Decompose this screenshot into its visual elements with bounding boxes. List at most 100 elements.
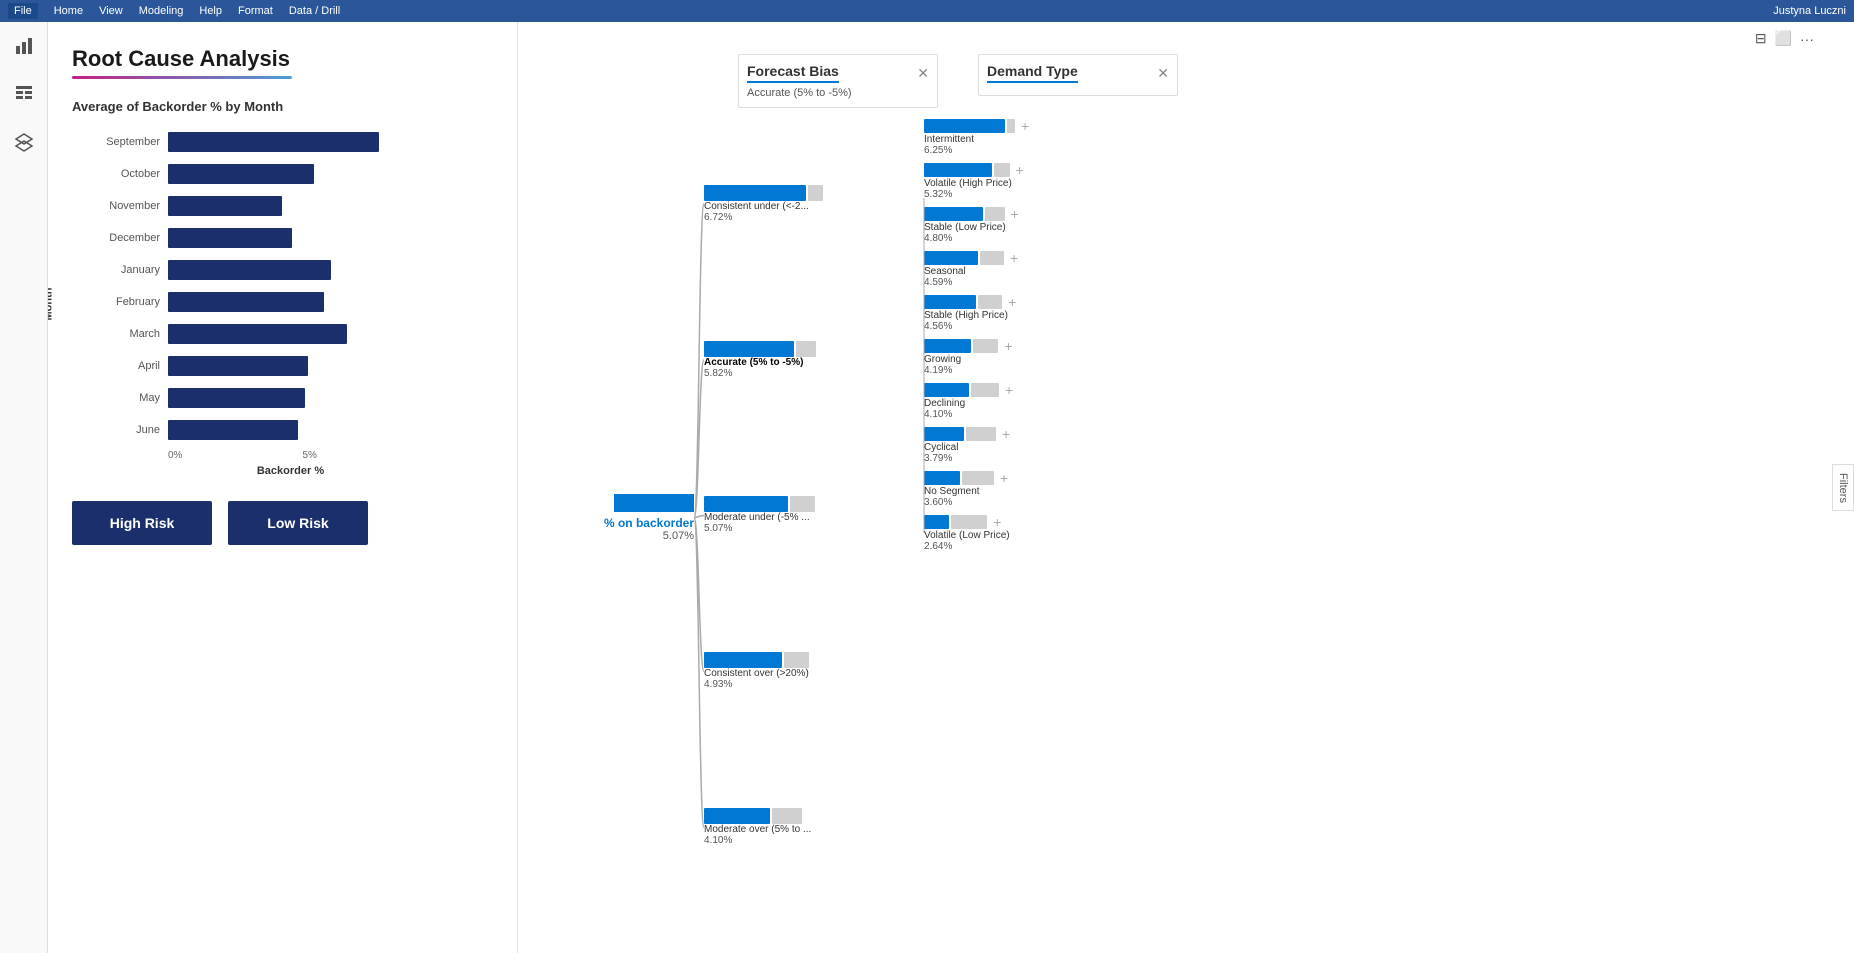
demand-item-label: Cyclical bbox=[924, 442, 1184, 453]
middle-bar-label: Moderate under (-5% ... bbox=[704, 512, 924, 523]
demand-blue-bar bbox=[924, 383, 969, 397]
menu-data-drill[interactable]: Data / Drill bbox=[289, 5, 340, 17]
demand-bar-item: +Seasonal4.59% bbox=[924, 250, 1184, 288]
left-panel: Root Cause Analysis Average of Backorder… bbox=[48, 22, 518, 953]
bar-row: June bbox=[88, 418, 493, 442]
middle-blue-bar bbox=[704, 652, 782, 668]
bar-fill bbox=[168, 388, 305, 408]
demand-item-label: Intermittent bbox=[924, 134, 1184, 145]
demand-bar-row: + bbox=[924, 294, 1184, 310]
middle-blue-bar bbox=[704, 496, 788, 512]
middle-bar-item: Consistent under (<-2...6.72% bbox=[704, 185, 924, 223]
menu-view[interactable]: View bbox=[99, 5, 123, 17]
demand-plus-icon[interactable]: + bbox=[1016, 162, 1024, 178]
left-bar-label: % on backorder bbox=[604, 516, 694, 530]
middle-bar-value: 4.93% bbox=[704, 679, 924, 690]
middle-bars-section: Consistent under (<-2...6.72% Accurate (5… bbox=[704, 118, 924, 917]
demand-item-value: 3.79% bbox=[924, 453, 1184, 464]
bar-row: March bbox=[88, 322, 493, 346]
menu-format[interactable]: Format bbox=[238, 5, 273, 17]
demand-plus-icon[interactable]: + bbox=[1002, 426, 1010, 442]
filter-icon[interactable]: ⊟ bbox=[1755, 30, 1767, 47]
demand-blue-bar bbox=[924, 339, 971, 353]
demand-plus-icon[interactable]: + bbox=[1005, 382, 1013, 398]
demand-blue-bar bbox=[924, 515, 949, 529]
icon-bar-chart[interactable] bbox=[8, 30, 40, 62]
demand-bar-row: + bbox=[924, 206, 1184, 222]
bar-row: September bbox=[88, 130, 493, 154]
middle-blue-bar bbox=[704, 341, 794, 357]
demand-bar-item: +No Segment3.60% bbox=[924, 470, 1184, 508]
demand-item-value: 6.25% bbox=[924, 145, 1184, 156]
middle-bar-row bbox=[704, 652, 924, 668]
demand-bar-item: +Volatile (High Price)5.32% bbox=[924, 162, 1184, 200]
demand-plus-icon[interactable]: + bbox=[1004, 338, 1012, 354]
forecast-bias-close[interactable]: ✕ bbox=[917, 65, 929, 82]
demand-item-label: Stable (High Price) bbox=[924, 310, 1184, 321]
bar-month-label: October bbox=[88, 168, 168, 180]
top-bar: File Home View Modeling Help Format Data… bbox=[0, 0, 1854, 22]
demand-gray-bar bbox=[966, 427, 996, 441]
bar-container bbox=[168, 388, 493, 408]
x-label-5: 5% bbox=[302, 450, 316, 461]
bar-month-label: February bbox=[88, 296, 168, 308]
month-axis-label: Month bbox=[48, 287, 54, 320]
bar-row: February bbox=[88, 290, 493, 314]
bar-chart: September October November December January F… bbox=[88, 130, 493, 442]
bar-container bbox=[168, 324, 493, 344]
bar-month-label: March bbox=[88, 328, 168, 340]
bar-container bbox=[168, 356, 493, 376]
demand-item-label: Volatile (High Price) bbox=[924, 178, 1184, 189]
demand-blue-bar bbox=[924, 471, 960, 485]
bar-fill bbox=[168, 292, 324, 312]
bar-fill bbox=[168, 196, 282, 216]
demand-plus-icon[interactable]: + bbox=[1011, 206, 1019, 222]
demand-bar-row: + bbox=[924, 514, 1184, 530]
demand-type-title: Demand Type bbox=[987, 63, 1078, 83]
left-bar-section: % on backorder 5.07% bbox=[534, 118, 704, 917]
demand-plus-icon[interactable]: + bbox=[1008, 294, 1016, 310]
x-axis: 0% 5% bbox=[88, 450, 493, 461]
menu-home[interactable]: Home bbox=[54, 5, 83, 17]
demand-bar-row: + bbox=[924, 426, 1184, 442]
forecast-bias-header: Forecast Bias ✕ bbox=[747, 63, 929, 83]
low-risk-button[interactable]: Low Risk bbox=[228, 501, 368, 545]
middle-blue-bar bbox=[704, 808, 770, 824]
menu-modeling[interactable]: Modeling bbox=[139, 5, 184, 17]
demand-bar-row: + bbox=[924, 338, 1184, 354]
demand-item-label: Seasonal bbox=[924, 266, 1184, 277]
bar-container bbox=[168, 420, 493, 440]
left-bar-value: 5.07% bbox=[604, 530, 694, 542]
demand-plus-icon[interactable]: + bbox=[1010, 250, 1018, 266]
middle-bar-row bbox=[704, 341, 924, 357]
right-bars-section: +Intermittent6.25%+Volatile (High Price)… bbox=[924, 118, 1184, 917]
demand-plus-icon[interactable]: + bbox=[1021, 118, 1029, 134]
demand-gray-bar bbox=[980, 251, 1004, 265]
menu-help[interactable]: Help bbox=[199, 5, 222, 17]
demand-plus-icon[interactable]: + bbox=[1000, 470, 1008, 486]
middle-bar-label: Accurate (5% to -5%) bbox=[704, 357, 924, 368]
expand-icon[interactable]: ⬜ bbox=[1775, 30, 1792, 47]
high-risk-button[interactable]: High Risk bbox=[72, 501, 212, 545]
bar-month-label: November bbox=[88, 200, 168, 212]
bar-fill bbox=[168, 420, 298, 440]
demand-bar-item: +Stable (Low Price)4.80% bbox=[924, 206, 1184, 244]
demand-gray-bar bbox=[978, 295, 1002, 309]
bar-row: December bbox=[88, 226, 493, 250]
bar-fill bbox=[168, 260, 331, 280]
page-title: Root Cause Analysis bbox=[72, 46, 493, 72]
bar-row: November bbox=[88, 194, 493, 218]
icon-layers[interactable] bbox=[8, 126, 40, 158]
middle-bar-value: 4.10% bbox=[704, 835, 924, 846]
demand-type-close[interactable]: ✕ bbox=[1157, 65, 1169, 82]
decomp-wrapper: % on backorder 5.07% Consistent under (<… bbox=[534, 118, 1838, 917]
icon-table[interactable] bbox=[8, 78, 40, 110]
bar-chart-area: Month SeptemberOctoberNovemberDecemberJa… bbox=[72, 130, 493, 477]
demand-plus-icon[interactable]: + bbox=[993, 514, 1001, 530]
menu-file[interactable]: File bbox=[8, 3, 38, 19]
ellipsis-icon[interactable]: ··· bbox=[1800, 31, 1814, 47]
middle-bar-item: Moderate over (5% to ...4.10% bbox=[704, 808, 924, 846]
demand-gray-bar bbox=[971, 383, 999, 397]
bar-container bbox=[168, 292, 493, 312]
bar-row: January bbox=[88, 258, 493, 282]
